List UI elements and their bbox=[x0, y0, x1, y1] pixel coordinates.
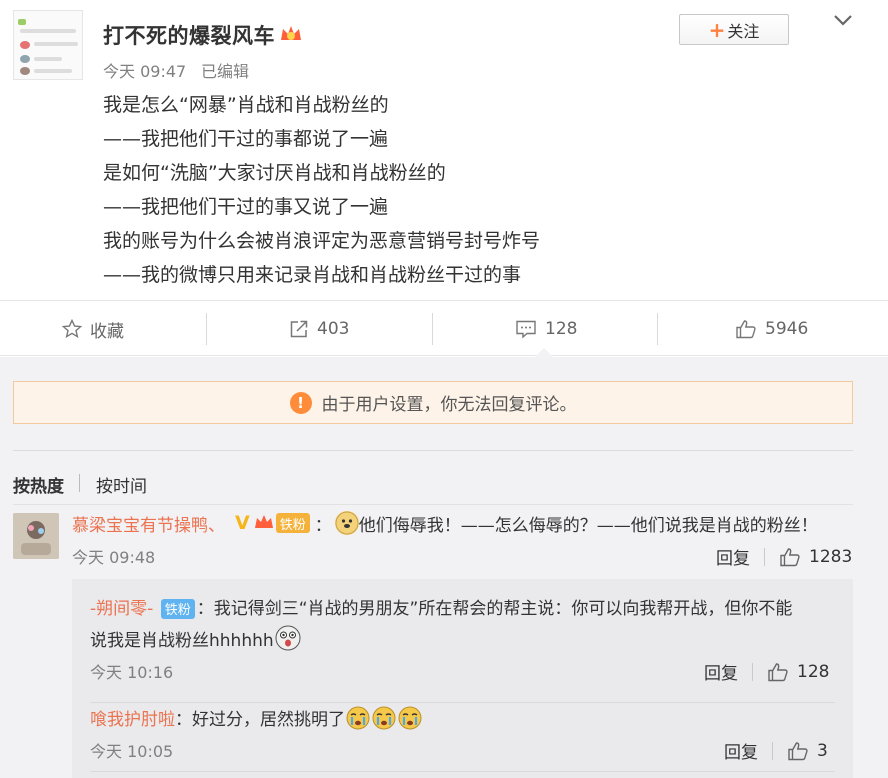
avatar-decor bbox=[20, 55, 30, 63]
doge-emoji-icon bbox=[334, 511, 359, 535]
avatar-decor bbox=[20, 67, 30, 75]
avatar-decor bbox=[20, 41, 30, 49]
favorite-button[interactable]: 收藏 bbox=[62, 301, 124, 357]
reply-line: 说我是肖战粉丝hhhhhh bbox=[90, 625, 301, 651]
post-content: 我是怎么“网暴”肖战和肖战粉丝的 ——我把他们干过的事都说了一遍 是如何“洗脑”… bbox=[103, 88, 540, 292]
reply-author[interactable]: 喰我护肘啦 bbox=[90, 705, 175, 730]
reply-time: 今天 10:16 bbox=[90, 663, 174, 682]
fan-badge: 铁粉 bbox=[160, 598, 195, 619]
sort-by-hot[interactable]: 按热度 bbox=[13, 472, 64, 497]
favorite-label: 收藏 bbox=[90, 321, 124, 342]
avatar-decor bbox=[34, 69, 72, 73]
follow-label: 关注 bbox=[727, 21, 760, 41]
plus-icon: + bbox=[708, 17, 726, 42]
divider bbox=[79, 474, 80, 492]
reply-text-cont: 说我是肖战粉丝hhhhhh bbox=[90, 630, 274, 651]
comment-text: 他们侮辱我！——怎么侮辱的？——他们说我是肖战的粉丝！ bbox=[358, 515, 818, 536]
warning-icon: ! bbox=[289, 391, 312, 414]
divider bbox=[90, 702, 835, 703]
reply-like-count: 128 bbox=[797, 661, 830, 682]
chevron-down-icon[interactable] bbox=[832, 12, 854, 28]
star-icon bbox=[62, 319, 82, 339]
post-line: 我的账号为什么会被肖浪评定为恶意营销号封号炸号 bbox=[103, 230, 541, 252]
divider bbox=[764, 547, 765, 566]
comment-icon bbox=[516, 320, 536, 339]
like-button[interactable]: 5946 bbox=[735, 301, 808, 357]
avatar-decor bbox=[18, 19, 26, 25]
reply-author[interactable]: -朔间零- bbox=[90, 599, 153, 619]
commenter-avatar[interactable] bbox=[13, 513, 59, 559]
comment-like-count: 1283 bbox=[809, 546, 853, 567]
vip-crown-icon bbox=[281, 26, 301, 40]
action-bar: 收藏 403 128 5946 bbox=[0, 300, 888, 356]
repost-count: 403 bbox=[317, 319, 350, 339]
fan-badge: 铁粉 bbox=[275, 513, 310, 533]
follow-button[interactable]: + 关注 bbox=[679, 14, 789, 45]
post-line: 我是怎么“网暴”肖战和肖战粉丝的 bbox=[103, 94, 389, 116]
divider bbox=[772, 741, 773, 760]
sort-by-time[interactable]: 按时间 bbox=[96, 472, 147, 497]
post-line: 是如何“洗脑”大家讨厌肖战和肖战粉丝的 bbox=[103, 162, 446, 184]
reply-text: 我记得剑三“肖战的男朋友”所在帮会的帮主说：你可以向我帮开战，但你不能 bbox=[213, 599, 793, 619]
post-line: ——我把他们干过的事又说了一遍 bbox=[103, 196, 389, 218]
reply-line: -朔间零- 铁粉 ：我记得剑三“肖战的男朋友”所在帮会的帮主说：你可以向我帮开战，… bbox=[90, 594, 792, 619]
avatar-decor bbox=[34, 42, 78, 46]
author-name[interactable]: 打不死的爆裂风车 bbox=[103, 20, 275, 50]
reply-button[interactable]: 回复 bbox=[704, 659, 738, 684]
comment-time: 今天 09:48 bbox=[72, 548, 156, 567]
reply-actions: 回复 3 bbox=[724, 738, 828, 764]
comment-count: 128 bbox=[545, 319, 578, 339]
crying-emoji-icon bbox=[398, 706, 422, 729]
avatar-image bbox=[13, 513, 59, 559]
like-count: 5946 bbox=[765, 319, 809, 339]
reply-like-count: 3 bbox=[817, 740, 828, 761]
reply-line: 喰我护肘啦：好过分，居然挑明了 bbox=[90, 705, 423, 730]
notice-text: 由于用户设置，你无法回复评论。 bbox=[321, 395, 577, 415]
divider bbox=[13, 504, 853, 505]
divider bbox=[432, 313, 433, 345]
thumb-up-icon[interactable] bbox=[767, 662, 789, 682]
crying-emoji-icon bbox=[346, 706, 370, 729]
thumb-up-icon bbox=[736, 320, 756, 339]
comment-caret bbox=[535, 348, 553, 357]
author-avatar[interactable] bbox=[13, 10, 83, 80]
reply-button[interactable]: 回复 bbox=[716, 544, 750, 569]
colon: ： bbox=[314, 515, 332, 536]
reply-text: 好过分，居然挑明了 bbox=[192, 710, 345, 730]
post-line: ——我的微博只用来记录肖战和肖战粉丝干过的事 bbox=[103, 264, 522, 286]
repost-icon bbox=[290, 320, 308, 338]
divider bbox=[90, 771, 835, 772]
colon: ： bbox=[175, 710, 192, 730]
comment-header: 慕梁宝宝有节操鸭、 V 铁粉 ： 他们侮辱我！——怎么侮辱的？——他们说我是肖战… bbox=[72, 510, 818, 536]
crying-emoji-icon bbox=[372, 706, 396, 729]
avatar-decor bbox=[20, 29, 76, 33]
divider bbox=[206, 313, 207, 345]
reply-restricted-notice: ! 由于用户设置，你无法回复评论。 bbox=[13, 381, 853, 424]
reply-actions: 回复 128 bbox=[704, 659, 830, 685]
post-time[interactable]: 今天 09:47 bbox=[103, 58, 186, 82]
divider bbox=[752, 662, 753, 681]
post-line: ——我把他们干过的事都说了一遍 bbox=[103, 128, 389, 150]
vip-crown-icon bbox=[254, 515, 273, 528]
shocked-emoji-icon bbox=[275, 625, 301, 651]
divider bbox=[657, 313, 658, 345]
reply-button[interactable]: 回复 bbox=[724, 738, 758, 763]
edited-label[interactable]: 已编辑 bbox=[201, 58, 249, 82]
thumb-up-icon[interactable] bbox=[779, 547, 801, 567]
thumb-up-icon[interactable] bbox=[787, 741, 809, 761]
reply-time: 今天 10:05 bbox=[90, 742, 174, 761]
avatar-decor bbox=[34, 57, 62, 61]
divider bbox=[13, 450, 853, 451]
repost-button[interactable]: 403 bbox=[289, 301, 349, 357]
verified-v-icon: V bbox=[235, 512, 250, 534]
comment-actions: 回复 1283 bbox=[716, 544, 853, 570]
colon: ： bbox=[196, 599, 214, 619]
commenter-name[interactable]: 慕梁宝宝有节操鸭、 bbox=[72, 511, 225, 536]
